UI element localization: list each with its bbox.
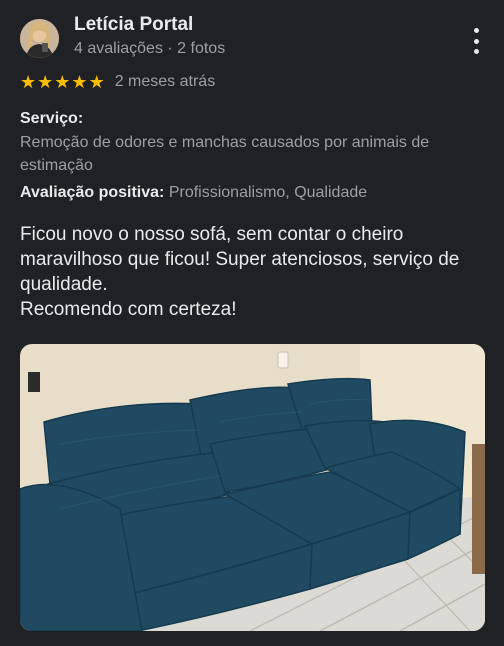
star-icon: ★ [71,72,88,92]
review-time: 2 meses atrás [114,73,216,90]
service-value: Remoção de odores e manchas causados por… [20,134,430,174]
author-meta: 4 avaliações · 2 fotos [74,40,226,57]
positive-value: Profissionalismo, Qualidade [168,184,368,201]
star-icon: ★ [54,72,71,92]
review-text-line: Recomendo com certeza! [20,299,237,320]
positive-label: Avaliação positiva: [20,184,165,201]
star-icon: ★ [20,72,37,92]
positive-rating: Avaliação positiva: Profissionalismo, Qu… [20,184,367,202]
review-photo[interactable] [20,344,485,631]
review-header: Letícia Portal 4 avaliações · 2 fotos [20,14,490,64]
rating-row: ★ ★ ★ ★ ★ 2 meses atrás [20,71,215,93]
review-text: Ficou novo o nosso sofá, sem contar o ch… [20,222,490,322]
more-vertical-icon[interactable] [466,28,486,54]
review-text-line: Ficou novo o nosso sofá, sem contar o ch… [20,224,460,295]
avatar[interactable] [20,19,59,58]
star-rating: ★ ★ ★ ★ ★ [20,73,105,91]
service-label: Serviço: [20,110,84,127]
author-name[interactable]: Letícia Portal [74,14,193,36]
star-icon: ★ [37,72,54,92]
star-icon: ★ [88,72,105,92]
